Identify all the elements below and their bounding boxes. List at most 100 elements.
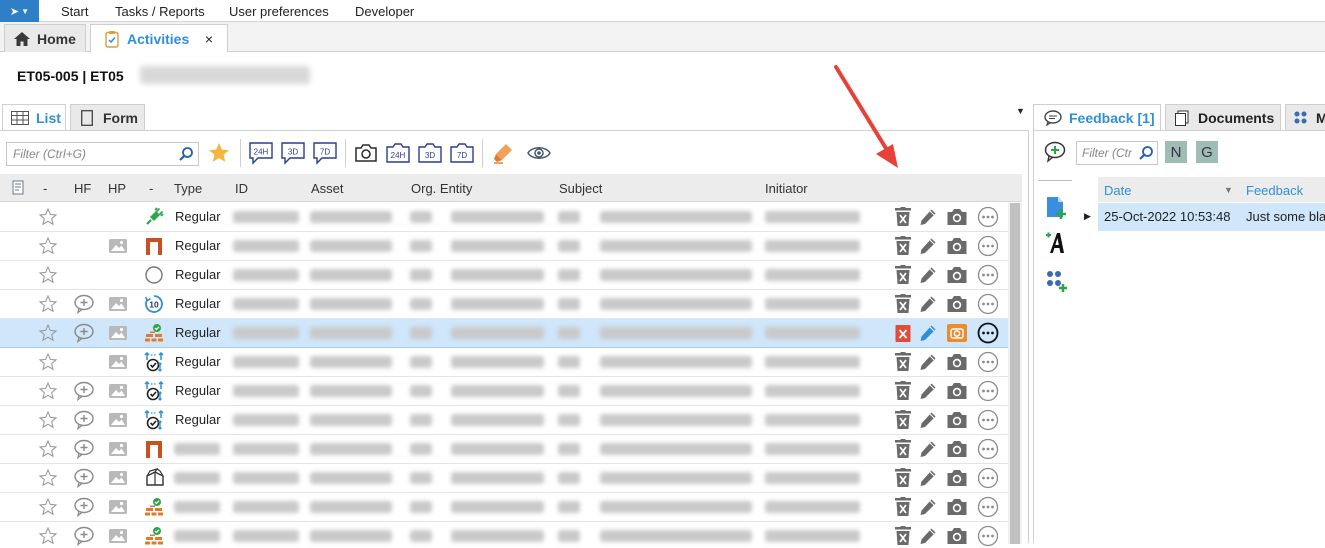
g-filter-button[interactable]: G <box>1196 141 1218 163</box>
add-document-icon[interactable] <box>1044 195 1068 221</box>
favorite-star-icon[interactable] <box>38 236 58 256</box>
column-header-hp[interactable]: HP <box>108 181 126 196</box>
feedback-filter-input[interactable] <box>1077 142 1137 164</box>
table-row[interactable]: Regular <box>0 203 1008 232</box>
visibility-button[interactable] <box>526 140 552 166</box>
edit-pencil-icon[interactable] <box>918 468 938 488</box>
column-header-subject[interactable]: Subject <box>559 181 602 196</box>
tab-home[interactable]: Home <box>4 24 86 52</box>
edit-pencil-icon[interactable] <box>918 207 938 227</box>
menu-item-start[interactable]: Start <box>61 4 88 19</box>
hf-feedback-icon[interactable] <box>73 497 95 518</box>
sort-desc-icon[interactable]: ▼ <box>1224 185 1233 195</box>
hf-feedback-icon[interactable] <box>73 526 95 547</box>
column-header-hf[interactable]: HF <box>74 181 91 196</box>
text-format-icon[interactable] <box>1044 231 1068 255</box>
more-options-icon[interactable] <box>977 438 999 460</box>
grid-scrollbar[interactable] <box>1008 203 1022 544</box>
hf-feedback-icon[interactable] <box>73 410 95 431</box>
add-feedback-icon[interactable] <box>1044 141 1068 163</box>
expand-row-icon[interactable]: ▶ <box>1084 211 1091 222</box>
camera-icon[interactable] <box>946 294 968 314</box>
edit-pencil-icon[interactable] <box>918 236 938 256</box>
favorite-star-icon[interactable] <box>38 323 58 343</box>
favorite-star-button[interactable] <box>206 140 232 166</box>
hp-photo-icon[interactable] <box>108 353 128 373</box>
table-row[interactable]: Regular <box>0 319 1008 348</box>
period-24h-button[interactable]: 24H <box>248 140 274 166</box>
camera-icon[interactable] <box>946 236 968 256</box>
edit-pencil-icon[interactable] <box>918 323 938 343</box>
camera-3d-button[interactable]: 3D <box>417 140 443 166</box>
scrollbar-thumb[interactable] <box>1010 203 1020 544</box>
tab-form[interactable]: Form <box>70 104 145 130</box>
favorite-star-icon[interactable] <box>38 439 58 459</box>
delete-icon[interactable] <box>894 236 912 256</box>
tab-list[interactable]: List <box>2 104 66 131</box>
favorite-star-icon[interactable] <box>38 526 58 546</box>
more-options-icon[interactable] <box>977 409 999 431</box>
table-row[interactable] <box>0 493 1008 522</box>
period-3d-button[interactable]: 3D <box>280 140 306 166</box>
highlight-button[interactable] <box>490 140 516 166</box>
table-row[interactable]: Regular <box>0 232 1008 261</box>
hp-photo-icon[interactable] <box>108 527 128 547</box>
table-row[interactable] <box>0 464 1008 493</box>
add-users-icon[interactable] <box>1044 269 1068 293</box>
feedback-row[interactable]: 25-Oct-2022 10:53:48 Just some bla <box>1098 203 1325 231</box>
more-options-icon[interactable] <box>977 467 999 489</box>
favorite-star-icon[interactable] <box>38 294 58 314</box>
more-options-icon[interactable] <box>977 206 999 228</box>
camera-icon[interactable] <box>946 352 968 372</box>
table-row[interactable]: 10 Regular <box>0 290 1008 319</box>
table-row[interactable]: Regular <box>0 348 1008 377</box>
column-header-org-entity[interactable]: Org. Entity <box>411 181 472 196</box>
hf-feedback-icon[interactable] <box>73 468 95 489</box>
table-row[interactable]: Regular <box>0 261 1008 290</box>
more-options-icon[interactable] <box>977 264 999 286</box>
pane-dropdown-icon[interactable]: ▼ <box>1016 106 1025 116</box>
edit-pencil-icon[interactable] <box>918 439 938 459</box>
search-icon[interactable] <box>178 146 194 162</box>
edit-pencil-icon[interactable] <box>918 352 938 372</box>
edit-pencil-icon[interactable] <box>918 294 938 314</box>
delete-icon[interactable] <box>894 323 912 343</box>
edit-pencil-icon[interactable] <box>918 410 938 430</box>
favorite-star-icon[interactable] <box>38 265 58 285</box>
period-7d-button[interactable]: 7D <box>312 140 338 166</box>
column-header-initiator[interactable]: Initiator <box>765 181 808 196</box>
edit-pencil-icon[interactable] <box>918 497 938 517</box>
delete-icon[interactable] <box>894 207 912 227</box>
more-options-icon[interactable] <box>977 351 999 373</box>
camera-icon[interactable] <box>946 497 968 517</box>
app-menu-button[interactable]: ➤ ▼ <box>0 0 39 22</box>
menu-item-developer[interactable]: Developer <box>355 4 414 19</box>
hf-feedback-icon[interactable] <box>73 294 95 315</box>
camera-icon[interactable] <box>946 410 968 430</box>
hp-photo-icon[interactable] <box>108 324 128 344</box>
hp-photo-icon[interactable] <box>108 440 128 460</box>
camera-button[interactable] <box>353 140 379 166</box>
delete-icon[interactable] <box>894 497 912 517</box>
column-header-date[interactable]: Date <box>1104 183 1131 198</box>
hf-feedback-icon[interactable] <box>73 439 95 460</box>
more-options-icon[interactable] <box>977 496 999 518</box>
table-row[interactable]: Regular <box>0 406 1008 435</box>
camera-icon[interactable] <box>946 439 968 459</box>
delete-icon[interactable] <box>894 352 912 372</box>
more-options-icon[interactable] <box>977 293 999 315</box>
favorite-star-icon[interactable] <box>38 468 58 488</box>
table-row[interactable]: Regular <box>0 377 1008 406</box>
column-header-type[interactable]: Type <box>174 181 202 196</box>
favorite-star-icon[interactable] <box>38 497 58 517</box>
close-icon[interactable]: × <box>205 31 213 47</box>
n-filter-button[interactable]: N <box>1165 141 1187 163</box>
tab-activities[interactable]: Activities × <box>90 24 228 53</box>
tab-more[interactable]: M <box>1285 104 1325 130</box>
camera-icon[interactable] <box>946 323 968 343</box>
column-header-asset[interactable]: Asset <box>311 181 344 196</box>
favorite-star-icon[interactable] <box>38 352 58 372</box>
hp-photo-icon[interactable] <box>108 382 128 402</box>
hf-feedback-icon[interactable] <box>73 323 95 344</box>
column-header-feedback[interactable]: Feedback <box>1246 183 1303 198</box>
